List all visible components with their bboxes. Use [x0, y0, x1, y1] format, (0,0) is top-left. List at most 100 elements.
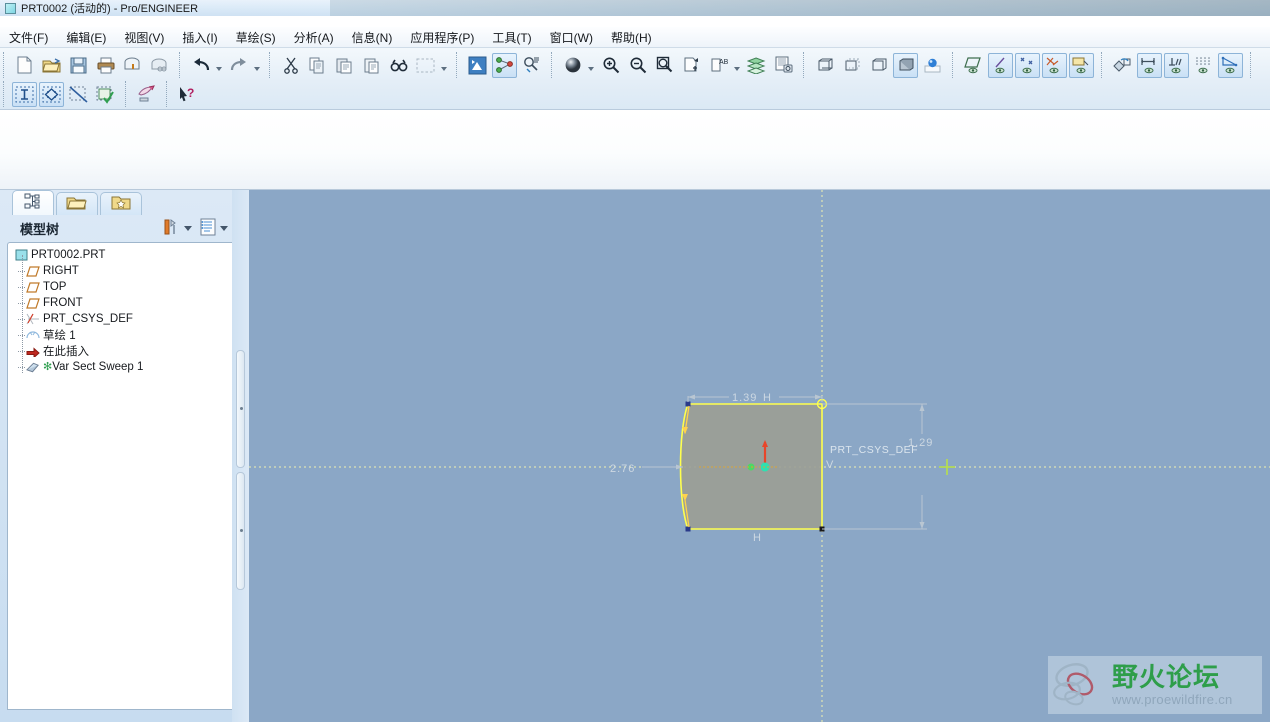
- paste-special-icon[interactable]: [359, 53, 384, 78]
- datum-plane-icon: [26, 296, 40, 310]
- navigator-panel: 模型树 PRT0002.PRT RIGHT TOP FRONT PRT_CSYS…: [0, 190, 232, 722]
- tree-item-front[interactable]: FRONT: [8, 295, 232, 311]
- sketch-no-constraint-icon[interactable]: [66, 82, 91, 107]
- render-window-icon[interactable]: [771, 53, 796, 78]
- shading-icon[interactable]: [893, 52, 918, 78]
- refit-icon[interactable]: [652, 53, 677, 78]
- spin-center-icon[interactable]: [1110, 53, 1135, 78]
- tree-settings-button[interactable]: [199, 218, 228, 239]
- find-icon[interactable]: [386, 53, 411, 78]
- menu-tools[interactable]: 工具(T): [483, 27, 540, 48]
- datum-point-display-icon[interactable]: [1015, 52, 1040, 78]
- wireframe-icon[interactable]: [812, 53, 837, 78]
- toolbar-group-clipboard: [274, 51, 453, 79]
- nav-tab-folder-browser[interactable]: [56, 192, 98, 215]
- toolbar-separator: [125, 81, 127, 107]
- appearance-dropdown-caret[interactable]: [586, 54, 595, 76]
- navigator-header-buttons: [155, 218, 228, 239]
- undo-dropdown-caret[interactable]: [214, 54, 223, 76]
- toolbar-separator: [456, 52, 458, 78]
- paint-brush-icon[interactable]: [134, 82, 159, 107]
- no-hidden-icon[interactable]: [866, 53, 891, 78]
- toolbar-separator: [3, 52, 5, 78]
- splitter-handle-lower[interactable]: [236, 472, 245, 590]
- graphics-window[interactable]: 1.39 H 2.76 1.29 H V PRT_CSYS_DEF: [249, 190, 1270, 722]
- butterfly-logo-icon: [1048, 660, 1108, 711]
- hidden-line-icon[interactable]: [839, 53, 864, 78]
- menu-analysis[interactable]: 分析(A): [285, 27, 343, 48]
- sketch-select-vertices-icon[interactable]: [39, 81, 64, 107]
- open-file-icon[interactable]: [39, 53, 64, 78]
- sketch-select-region-icon[interactable]: [12, 81, 37, 107]
- annotation-display-icon[interactable]: [1069, 52, 1094, 78]
- tree-item-csys[interactable]: PRT_CSYS_DEF: [8, 311, 232, 327]
- tree-item-insert-here[interactable]: 在此插入: [8, 343, 232, 359]
- menu-help[interactable]: 帮助(H): [602, 27, 661, 48]
- tree-item-sketch-1[interactable]: 草绘 1: [8, 327, 232, 343]
- menu-view[interactable]: 视图(V): [115, 27, 173, 48]
- redo-icon[interactable]: [226, 53, 251, 78]
- tree-item-top[interactable]: TOP: [8, 279, 232, 295]
- tree-connector: [16, 295, 26, 311]
- model-analysis-icon[interactable]: [519, 53, 544, 78]
- toolbar-group-display-style: [808, 51, 949, 79]
- nav-tab-favorites[interactable]: [100, 192, 142, 215]
- svg-text:H: H: [763, 392, 771, 404]
- grid-display-icon[interactable]: [1191, 53, 1216, 78]
- paste-icon[interactable]: [332, 53, 357, 78]
- sketch-accept-icon[interactable]: [93, 82, 118, 107]
- copy-icon[interactable]: [305, 53, 330, 78]
- datum-plane-display-icon[interactable]: [961, 53, 986, 78]
- tree-filters-button[interactable]: [162, 218, 192, 239]
- constraint-horizontal-bottom: H: [753, 532, 761, 544]
- constraint-display-icon[interactable]: [1164, 52, 1189, 78]
- cut-icon[interactable]: [278, 53, 303, 78]
- zoom-out-icon[interactable]: [625, 53, 650, 78]
- dimension-height-right: 1.29: [822, 403, 932, 530]
- appearance-sphere-icon[interactable]: [560, 53, 585, 78]
- menu-info[interactable]: 信息(N): [343, 27, 402, 48]
- menu-edit[interactable]: 编辑(E): [57, 27, 115, 48]
- select-dropdown-caret[interactable]: [439, 54, 448, 76]
- toolbar-group-help: ?: [171, 80, 204, 108]
- saved-view-icon[interactable]: [679, 53, 704, 78]
- new-file-icon[interactable]: [12, 53, 37, 78]
- toolbar-area: AB ?: [0, 48, 1270, 110]
- regenerate-icon[interactable]: [465, 53, 490, 78]
- tree-item-part[interactable]: PRT0002.PRT: [8, 247, 232, 263]
- annotation-icon[interactable]: AB: [706, 53, 731, 78]
- menu-sketch[interactable]: 草绘(S): [227, 27, 285, 48]
- model-tree[interactable]: PRT0002.PRT RIGHT TOP FRONT PRT_CSYS_DEF…: [7, 242, 232, 710]
- navigator-tab-strip: [0, 190, 232, 215]
- shading-lighting-icon[interactable]: [920, 53, 945, 78]
- splitter-handle-upper[interactable]: [236, 350, 245, 468]
- relations-icon[interactable]: [492, 52, 517, 78]
- toolbar-separator: [1250, 52, 1252, 78]
- toolbar-group-undo: [184, 51, 266, 79]
- zoom-in-icon[interactable]: [598, 53, 623, 78]
- redo-dropdown-caret[interactable]: [252, 54, 261, 76]
- menu-insert[interactable]: 插入(I): [173, 27, 226, 48]
- datum-csys-display-icon[interactable]: [1042, 52, 1067, 78]
- layers-icon[interactable]: [744, 53, 769, 78]
- menu-file[interactable]: 文件(F): [0, 27, 57, 48]
- tree-item-right[interactable]: RIGHT: [8, 263, 232, 279]
- tree-connector: [16, 327, 26, 343]
- vertex-display-icon[interactable]: [1218, 52, 1243, 78]
- annotation-dropdown-caret[interactable]: [732, 54, 741, 76]
- nav-tab-model-tree[interactable]: [12, 190, 54, 215]
- undo-icon[interactable]: [188, 53, 213, 78]
- tree-item-var-sect-sweep-1[interactable]: ✻ Var Sect Sweep 1: [8, 359, 232, 375]
- select-box-icon[interactable]: [413, 53, 438, 78]
- send-link-icon[interactable]: [147, 53, 172, 78]
- dimension-display-icon[interactable]: [1137, 52, 1162, 78]
- save-icon[interactable]: [66, 53, 91, 78]
- menu-window[interactable]: 窗口(W): [541, 27, 602, 48]
- print-icon[interactable]: [93, 53, 118, 78]
- select-help-icon[interactable]: ?: [175, 82, 200, 107]
- menu-applications[interactable]: 应用程序(P): [401, 27, 483, 48]
- datum-axis-display-icon[interactable]: [988, 52, 1013, 78]
- navigator-splitter[interactable]: [232, 190, 249, 722]
- toolbar-separator: [3, 81, 5, 107]
- send-mail-icon[interactable]: [120, 53, 145, 78]
